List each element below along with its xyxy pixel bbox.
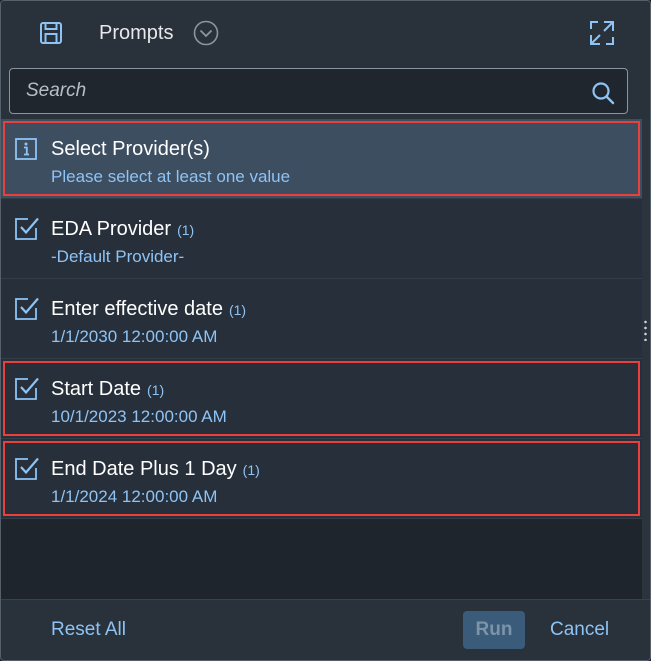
checkbox-checked-icon	[14, 456, 40, 482]
dialog-footer: Reset All Run Cancel	[1, 599, 650, 660]
prompt-count: (1)	[228, 302, 247, 318]
prompt-item-eda-provider[interactable]: EDA Provider (1) -Default Provider-	[1, 199, 642, 279]
prompt-value: -Default Provider-	[51, 247, 185, 266]
prompt-value: 1/1/2024 12:00:00 AM	[51, 487, 218, 506]
prompt-name: Start Date (1)	[51, 378, 165, 400]
prompt-item-enter-effective-date[interactable]: Enter effective date (1) 1/1/2030 12:00:0…	[1, 279, 642, 359]
prompt-value: Please select at least one value	[51, 167, 291, 186]
prompt-name: EDA Provider (1)	[51, 218, 195, 240]
prompt-count: (1)	[242, 462, 260, 478]
prompt-name: Enter effective date (1)	[51, 298, 247, 320]
dialog-title: Prompts	[99, 22, 174, 44]
prompt-name: End Date Plus 1 Day (1)	[51, 458, 260, 480]
prompt-list: Select Provider(s) Please select at leas…	[1, 119, 642, 599]
search-input[interactable]	[10, 69, 580, 113]
prompt-name: Select Provider(s)	[51, 138, 210, 160]
list-scrollbar[interactable]	[642, 119, 650, 599]
checkbox-checked-icon	[14, 376, 40, 402]
prompt-count: (1)	[147, 382, 165, 398]
dialog-header: Prompts	[1, 1, 650, 63]
prompt-count: (1)	[177, 222, 195, 238]
info-icon	[14, 136, 40, 162]
prompts-dialog: Prompts Search Select Provider(s) Please…	[0, 0, 651, 661]
search-field	[9, 68, 628, 114]
save-icon[interactable]	[37, 19, 65, 47]
run-button[interactable]: Run	[463, 611, 525, 649]
checkbox-checked-icon	[14, 216, 40, 242]
cancel-button[interactable]: Cancel	[550, 619, 609, 641]
reset-all-button[interactable]: Reset All	[51, 619, 126, 641]
prompt-value: 1/1/2030 12:00:00 AM	[51, 327, 218, 346]
scroll-grip-icon[interactable]	[644, 319, 647, 341]
prompt-item-start-date[interactable]: Start Date (1) 10/1/2023 12:00:00 AM	[1, 359, 642, 439]
search-icon[interactable]	[591, 81, 615, 105]
checkbox-checked-icon	[14, 296, 40, 322]
chevron-down-circle-icon[interactable]	[193, 20, 219, 46]
prompt-value: 10/1/2023 12:00:00 AM	[51, 407, 227, 426]
prompt-item-end-date-plus-1-day[interactable]: End Date Plus 1 Day (1) 1/1/2024 12:00:00…	[1, 439, 642, 519]
prompt-item-select-providers[interactable]: Select Provider(s) Please select at leas…	[1, 119, 642, 199]
expand-icon[interactable]	[587, 18, 617, 48]
